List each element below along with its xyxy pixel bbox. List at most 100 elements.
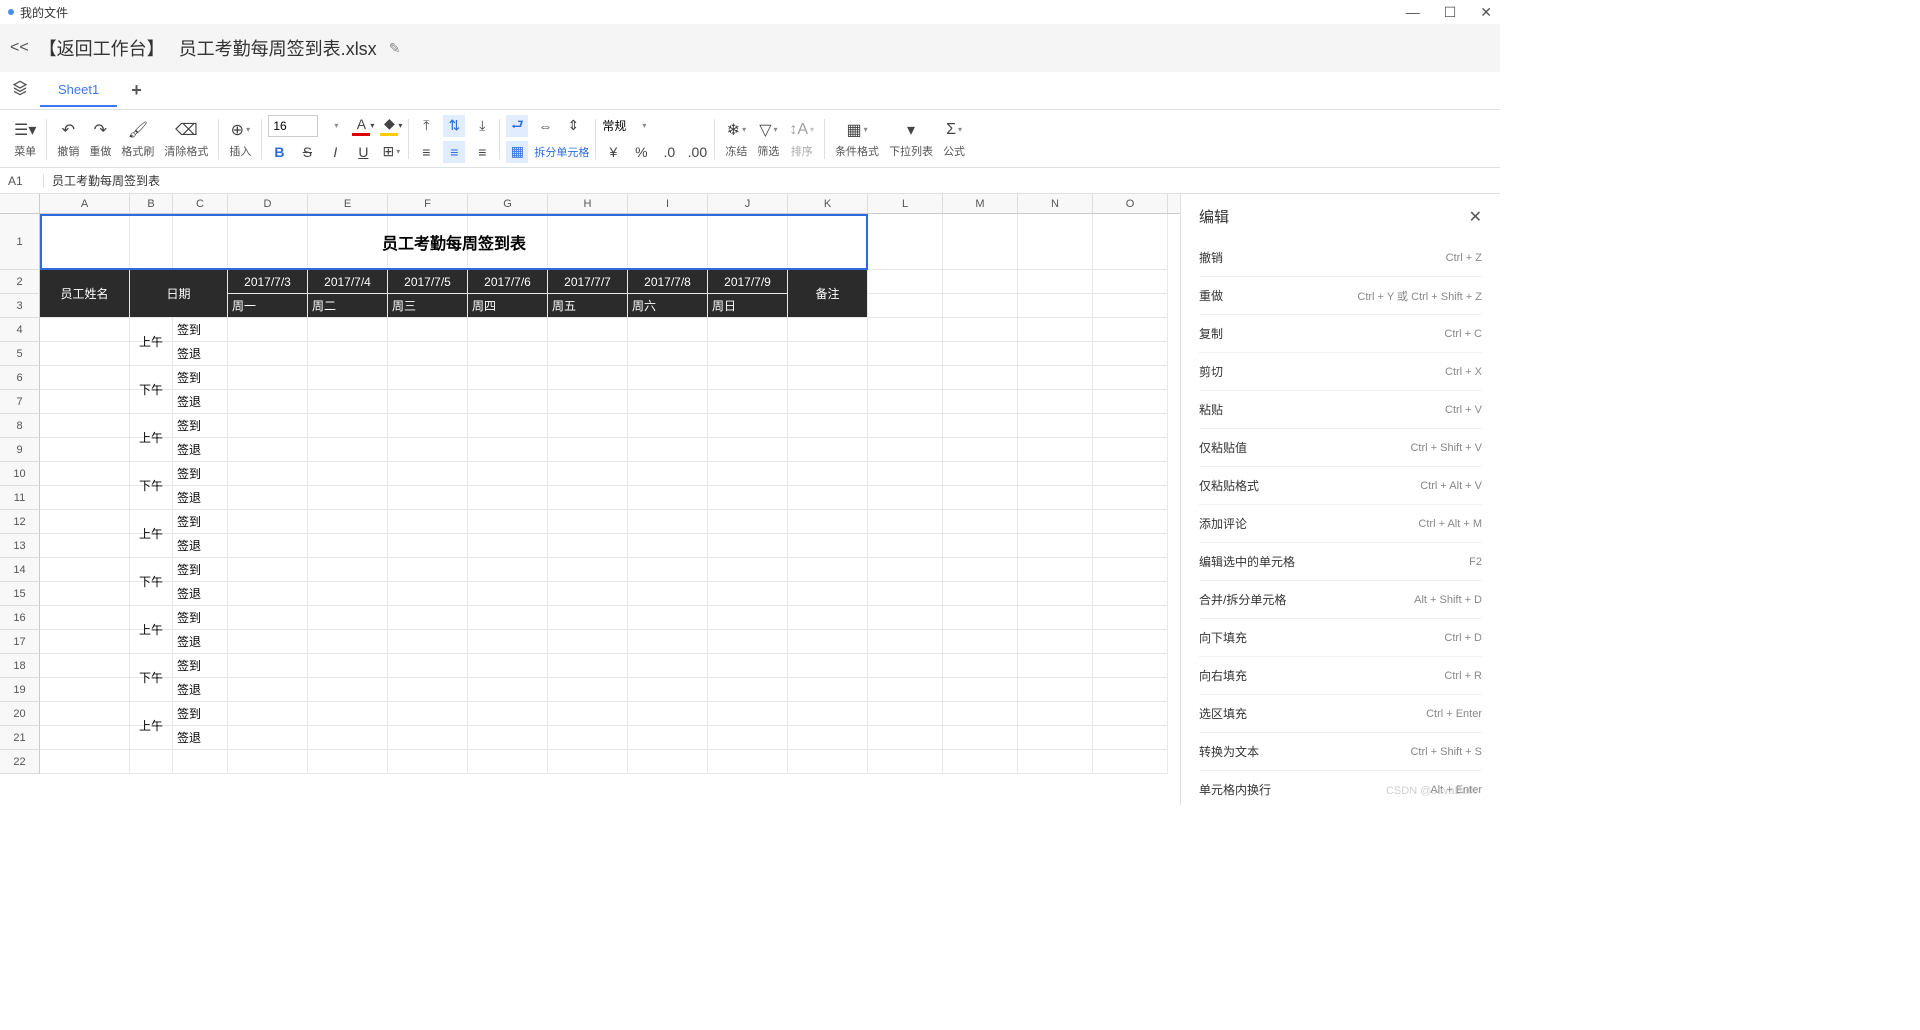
cell[interactable] — [868, 294, 943, 318]
header-date-5[interactable]: 2017/7/8 — [628, 270, 708, 294]
row-header[interactable]: 9 — [0, 438, 40, 462]
cell[interactable] — [1093, 486, 1168, 510]
period-cell[interactable]: 下午 — [130, 462, 173, 510]
period-cell[interactable]: 下午 — [130, 366, 173, 414]
cell[interactable] — [1093, 702, 1168, 726]
sort-button[interactable]: ↕A排序 — [785, 117, 818, 161]
cell[interactable] — [943, 438, 1018, 462]
column-header[interactable]: M — [943, 194, 1018, 213]
cell[interactable] — [308, 390, 388, 414]
shortcut-item[interactable]: 添加评论Ctrl + Alt + M — [1199, 505, 1482, 543]
cell[interactable] — [548, 726, 628, 750]
cell[interactable] — [308, 510, 388, 534]
row-header[interactable]: 18 — [0, 654, 40, 678]
row-header[interactable]: 12 — [0, 510, 40, 534]
cell[interactable] — [708, 678, 788, 702]
cell[interactable] — [628, 750, 708, 774]
cell[interactable] — [548, 630, 628, 654]
cell[interactable] — [708, 318, 788, 342]
signout-cell[interactable]: 签退 — [173, 438, 228, 462]
signin-cell[interactable]: 签到 — [173, 366, 228, 390]
cell[interactable] — [1018, 702, 1093, 726]
column-header[interactable]: K — [788, 194, 868, 213]
column-header[interactable]: I — [628, 194, 708, 213]
cell[interactable] — [708, 702, 788, 726]
merge-v-button[interactable]: ⇕ — [562, 115, 584, 137]
cell[interactable] — [40, 414, 130, 438]
cell[interactable] — [308, 702, 388, 726]
column-header[interactable]: O — [1093, 194, 1168, 213]
cell[interactable] — [468, 366, 548, 390]
fill-color-button[interactable]: ◆▾ — [380, 115, 402, 137]
cell[interactable] — [308, 462, 388, 486]
period-cell[interactable]: 上午 — [130, 510, 173, 558]
cell[interactable] — [228, 342, 308, 366]
cell[interactable] — [548, 678, 628, 702]
cell[interactable] — [868, 462, 943, 486]
cell[interactable] — [943, 630, 1018, 654]
cell[interactable] — [468, 462, 548, 486]
row-header[interactable]: 4 — [0, 318, 40, 342]
cell[interactable] — [228, 678, 308, 702]
row-header[interactable]: 20 — [0, 702, 40, 726]
cell[interactable] — [308, 366, 388, 390]
signin-cell[interactable]: 签到 — [173, 414, 228, 438]
header-weekday-2[interactable]: 周三 — [388, 294, 468, 318]
wrap-button[interactable]: ⮐ — [506, 115, 528, 137]
header-date-2[interactable]: 2017/7/5 — [388, 270, 468, 294]
cell[interactable] — [943, 606, 1018, 630]
signin-cell[interactable]: 签到 — [173, 654, 228, 678]
cell[interactable] — [1093, 630, 1168, 654]
cell[interactable] — [1093, 678, 1168, 702]
cell[interactable] — [388, 318, 468, 342]
signout-cell[interactable]: 签退 — [173, 534, 228, 558]
cell[interactable] — [388, 750, 468, 774]
edit-filename-icon[interactable]: ✎ — [389, 40, 401, 57]
header-date-1[interactable]: 2017/7/4 — [308, 270, 388, 294]
back-label[interactable]: 【返回工作台】 — [39, 35, 165, 61]
decimal-inc-button[interactable]: .0 — [658, 141, 680, 163]
cell[interactable] — [228, 438, 308, 462]
cell[interactable] — [1093, 582, 1168, 606]
header-date-6[interactable]: 2017/7/9 — [708, 270, 788, 294]
cell[interactable] — [708, 750, 788, 774]
cell[interactable] — [628, 702, 708, 726]
cell[interactable] — [1093, 558, 1168, 582]
cell[interactable] — [1018, 214, 1093, 270]
cell[interactable] — [40, 558, 130, 582]
cell[interactable] — [548, 582, 628, 606]
cell[interactable] — [40, 390, 130, 414]
shortcut-item[interactable]: 复制Ctrl + C — [1199, 315, 1482, 353]
shortcut-item[interactable]: 合并/拆分单元格Alt + Shift + D — [1199, 581, 1482, 619]
close-button[interactable]: ✕ — [1480, 4, 1492, 21]
cell[interactable] — [308, 606, 388, 630]
cell[interactable] — [943, 750, 1018, 774]
cell[interactable] — [228, 318, 308, 342]
signout-cell[interactable]: 签退 — [173, 342, 228, 366]
cell[interactable] — [708, 390, 788, 414]
cell[interactable] — [388, 654, 468, 678]
cell[interactable] — [468, 606, 548, 630]
cell[interactable] — [628, 534, 708, 558]
column-header[interactable]: D — [228, 194, 308, 213]
cell[interactable] — [388, 390, 468, 414]
cell[interactable] — [468, 342, 548, 366]
cell[interactable] — [1093, 654, 1168, 678]
header-empname[interactable]: 员工姓名 — [40, 270, 130, 318]
cell[interactable] — [1018, 390, 1093, 414]
cell[interactable] — [308, 438, 388, 462]
currency-button[interactable]: ¥ — [602, 141, 624, 163]
column-header[interactable]: G — [468, 194, 548, 213]
cell[interactable] — [1093, 750, 1168, 774]
cell[interactable] — [868, 582, 943, 606]
split-cell-label[interactable]: 拆分单元格 — [534, 144, 589, 160]
cell[interactable] — [708, 342, 788, 366]
italic-button[interactable]: I — [324, 141, 346, 163]
cell[interactable] — [943, 414, 1018, 438]
cell[interactable] — [548, 510, 628, 534]
cell[interactable] — [548, 702, 628, 726]
cell[interactable] — [1018, 630, 1093, 654]
cell[interactable] — [868, 702, 943, 726]
cell[interactable] — [1093, 270, 1168, 294]
number-format-arrow[interactable] — [632, 115, 654, 137]
